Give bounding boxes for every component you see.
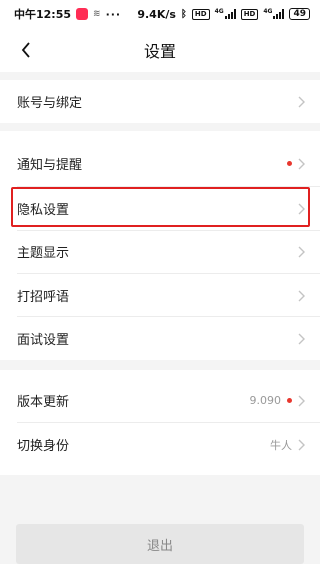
logout-button[interactable]: 退出 — [16, 524, 304, 564]
chevron-right-icon — [298, 246, 305, 257]
settings-item-notifications[interactable]: 通知与提醒 — [0, 142, 320, 185]
chevron-right-icon — [298, 395, 305, 406]
status-bar: 中午12:55 ≋ ··· 9.4K/s ᛒ HD 4G HD 4G 49 — [0, 0, 320, 28]
identity-value: 牛人 — [270, 438, 292, 452]
signal-icon-2: 4G — [263, 8, 285, 19]
settings-item-switch-identity[interactable]: 切换身份 牛人 — [0, 423, 320, 466]
hd-badge-2: HD — [240, 8, 259, 20]
settings-item-label: 面试设置 — [17, 333, 70, 348]
battery-icon: 49 — [289, 8, 310, 20]
chevron-right-icon — [298, 290, 305, 301]
unread-dot — [287, 161, 292, 166]
privacy-highlight-box — [11, 187, 310, 227]
settings-item-account-binding[interactable]: 账号与绑定 — [0, 80, 320, 123]
chevron-right-icon — [298, 158, 305, 169]
settings-group-account: 账号与绑定 — [0, 80, 320, 123]
settings-item-label: 账号与绑定 — [17, 96, 83, 111]
more-notifications-icon: ··· — [105, 7, 122, 21]
settings-item-version-update[interactable]: 版本更新 9.090 — [0, 379, 320, 422]
settings-group-general: 通知与提醒 隐私设置 主题显示 打招呼语 面试设置 — [0, 131, 320, 360]
settings-item-label: 切换身份 — [17, 439, 70, 454]
settings-item-interview[interactable]: 面试设置 — [0, 317, 320, 360]
settings-group-app: 版本更新 9.090 切换身份 牛人 — [0, 370, 320, 475]
hd-badge-1: HD — [191, 8, 210, 20]
version-value: 9.090 — [249, 394, 282, 407]
chevron-right-icon — [298, 96, 305, 107]
settings-item-label: 通知与提醒 — [17, 158, 83, 173]
bluetooth-icon: ᛒ — [180, 8, 187, 20]
network-type-1: 4G — [214, 8, 224, 15]
network-type-2: 4G — [263, 8, 273, 15]
status-time: 中午12:55 — [14, 8, 72, 21]
settings-item-greeting[interactable]: 打招呼语 — [0, 274, 320, 317]
back-button[interactable] — [14, 38, 38, 62]
settings-item-label: 版本更新 — [17, 395, 70, 410]
page-title: 设置 — [143, 42, 176, 61]
network-speed: 9.4K/s — [137, 7, 176, 21]
chevron-right-icon — [298, 333, 305, 344]
logout-label: 退出 — [146, 538, 173, 554]
signal-icon-1: 4G — [215, 9, 236, 19]
update-dot — [287, 398, 292, 403]
settings-item-label: 打招呼语 — [17, 290, 70, 305]
chevron-right-icon — [298, 439, 305, 450]
settings-item-theme[interactable]: 主题显示 — [0, 230, 320, 273]
app-notification-icon — [76, 8, 89, 20]
chevron-left-icon — [21, 42, 30, 58]
battery-level: 49 — [293, 9, 306, 19]
hotspot-icon: ≋ — [93, 9, 101, 19]
navigation-bar: 设置 — [0, 28, 320, 72]
settings-item-label: 主题显示 — [17, 246, 70, 261]
